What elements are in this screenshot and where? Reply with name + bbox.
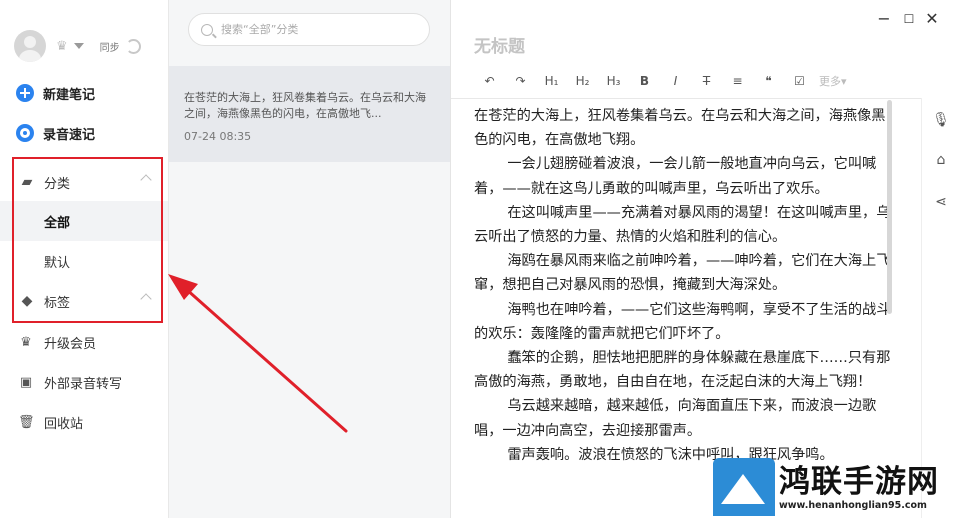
note-title[interactable]: 无标题 [474, 32, 525, 57]
tag-icon[interactable]: ⌂ [932, 152, 950, 170]
paragraph: 在这叫喊声里——充满着对暴风雨的渴望！在这叫喊声里，乌云听出了愤怒的力量、热情的… [474, 204, 891, 246]
redo-icon[interactable]: ↷ [505, 74, 536, 88]
note-excerpt: 在苍茫的大海上，狂风卷集着乌云。在乌云和大海之间，海燕像黑色的闪电，在高傲地飞.… [184, 91, 426, 120]
trash-icon: 🗑 [18, 414, 35, 430]
watermark-logo [713, 458, 775, 516]
watermark-url: www.henanhonglian95.com [779, 500, 927, 511]
sync-label[interactable]: 同步 [100, 39, 120, 54]
heading1-icon[interactable]: H₁ [536, 74, 567, 88]
undo-icon[interactable]: ↶ [474, 74, 505, 88]
editor-scrollbar[interactable] [887, 100, 892, 314]
paragraph: 海鸥在暴风雨来临之前呻吟着，——呻吟着，它们在大海上飞窜，想把自己对暴风雨的恐惧… [474, 253, 891, 294]
heading3-icon[interactable]: H₃ [598, 74, 629, 88]
account-bar: ♛ 同步 [14, 30, 164, 62]
avatar[interactable] [14, 30, 46, 62]
chevron-down-icon[interactable] [73, 43, 84, 49]
maximize-icon[interactable]: ☐ [900, 10, 918, 28]
upgrade-member-item[interactable]: ♛ 升级会员 [0, 327, 168, 357]
new-note-button[interactable]: 新建笔记 [16, 82, 95, 104]
toolbar-divider [451, 98, 921, 99]
record-icon [16, 124, 34, 142]
sidebar: ♛ 同步 新建笔记 录音速记 ▰ 分类 全部 默认 ◆ 标签 ♛ 升级会员 ▣ … [0, 0, 169, 518]
crown-icon: ♛ [20, 334, 32, 350]
plus-icon [16, 84, 34, 102]
watermark-name: 鸿联手游网 [779, 464, 939, 500]
note-list-item[interactable]: 在苍茫的大海上，狂风卷集着乌云。在乌云和大海之间，海燕像黑色的闪电，在高傲地飞.… [169, 66, 450, 162]
highlight-annotation-box [12, 157, 163, 323]
editor-panel: − ☐ ✕ 无标题 ↶ ↷ H₁ H₂ H₃ B I T ≡ ❝ ☑ 更多▾ 在… [451, 0, 960, 518]
format-toolbar: ↶ ↷ H₁ H₂ H₃ B I T ≡ ❝ ☑ 更多▾ [474, 70, 847, 92]
paragraph: 在苍茫的大海上，狂风卷集着乌云。在乌云和大海之间，海燕像黑色的闪电，在高傲地飞翔… [474, 108, 886, 149]
microphone-icon[interactable]: 🎙 [932, 112, 950, 130]
vip-crown-icon: ♛ [56, 38, 68, 54]
checkbox-icon[interactable]: ☑ [784, 74, 815, 88]
search-icon [201, 23, 213, 36]
site-watermark: 鸿联手游网 www.henanhonglian95.com [713, 446, 960, 518]
voice-note-label: 录音速记 [43, 127, 96, 143]
bold-icon[interactable]: B [629, 74, 660, 88]
external-transcribe-item[interactable]: ▣ 外部录音转写 [0, 367, 168, 397]
app-window: ♛ 同步 新建笔记 录音速记 ▰ 分类 全部 默认 ◆ 标签 ♛ 升级会员 ▣ … [0, 0, 960, 518]
paragraph: 蠢笨的企鹅，胆怯地把肥胖的身体躲藏在悬崖底下……只有那高傲的海燕，勇敢地，自由自… [474, 350, 891, 391]
menu-item-label: 升级会员 [44, 336, 97, 352]
heading2-icon[interactable]: H₂ [567, 74, 598, 88]
paragraph: 海鸭也在呻吟着，——它们这些海鸭啊，享受不了生活的战斗的欢乐：轰隆隆的雷声就把它… [474, 301, 891, 342]
note-body[interactable]: 在苍茫的大海上，狂风卷集着乌云。在乌云和大海之间，海燕像黑色的闪电，在高傲地飞翔… [474, 104, 894, 467]
paragraph: 乌云越来越暗，越来越低，向海面直压下来，而波浪一边歌唱，一边冲向高空，去迎接那雷… [474, 398, 877, 439]
more-menu-button[interactable]: 更多▾ [819, 73, 847, 89]
voice-note-button[interactable]: 录音速记 [16, 122, 95, 144]
menu-item-label: 回收站 [44, 416, 84, 432]
paragraph: 一会儿翅膀碰着波浪，一会儿箭一般地直冲向乌云，它叫喊着，——就在这鸟儿勇敢的叫喊… [474, 156, 877, 197]
recorder-icon: ▣ [19, 374, 33, 390]
close-icon[interactable]: ✕ [923, 10, 941, 28]
italic-icon[interactable]: I [660, 74, 691, 88]
new-note-label: 新建笔记 [43, 87, 96, 103]
align-icon[interactable]: ≡ [722, 74, 753, 88]
more-label: 更多 [819, 75, 841, 88]
sync-icon[interactable] [125, 38, 141, 54]
strikethrough-icon[interactable]: T [691, 74, 722, 88]
share-icon[interactable]: ⋖ [932, 194, 950, 212]
search-box[interactable] [188, 13, 430, 46]
search-input[interactable] [221, 23, 411, 36]
note-date: 07-24 08:35 [184, 130, 252, 143]
quote-icon[interactable]: ❝ [753, 74, 784, 88]
minimize-icon[interactable]: − [875, 10, 893, 28]
trash-item[interactable]: 🗑 回收站 [0, 407, 168, 437]
note-list-panel: 在苍茫的大海上，狂风卷集着乌云。在乌云和大海之间，海燕像黑色的闪电，在高傲地飞.… [169, 0, 451, 518]
menu-item-label: 外部录音转写 [44, 376, 123, 392]
